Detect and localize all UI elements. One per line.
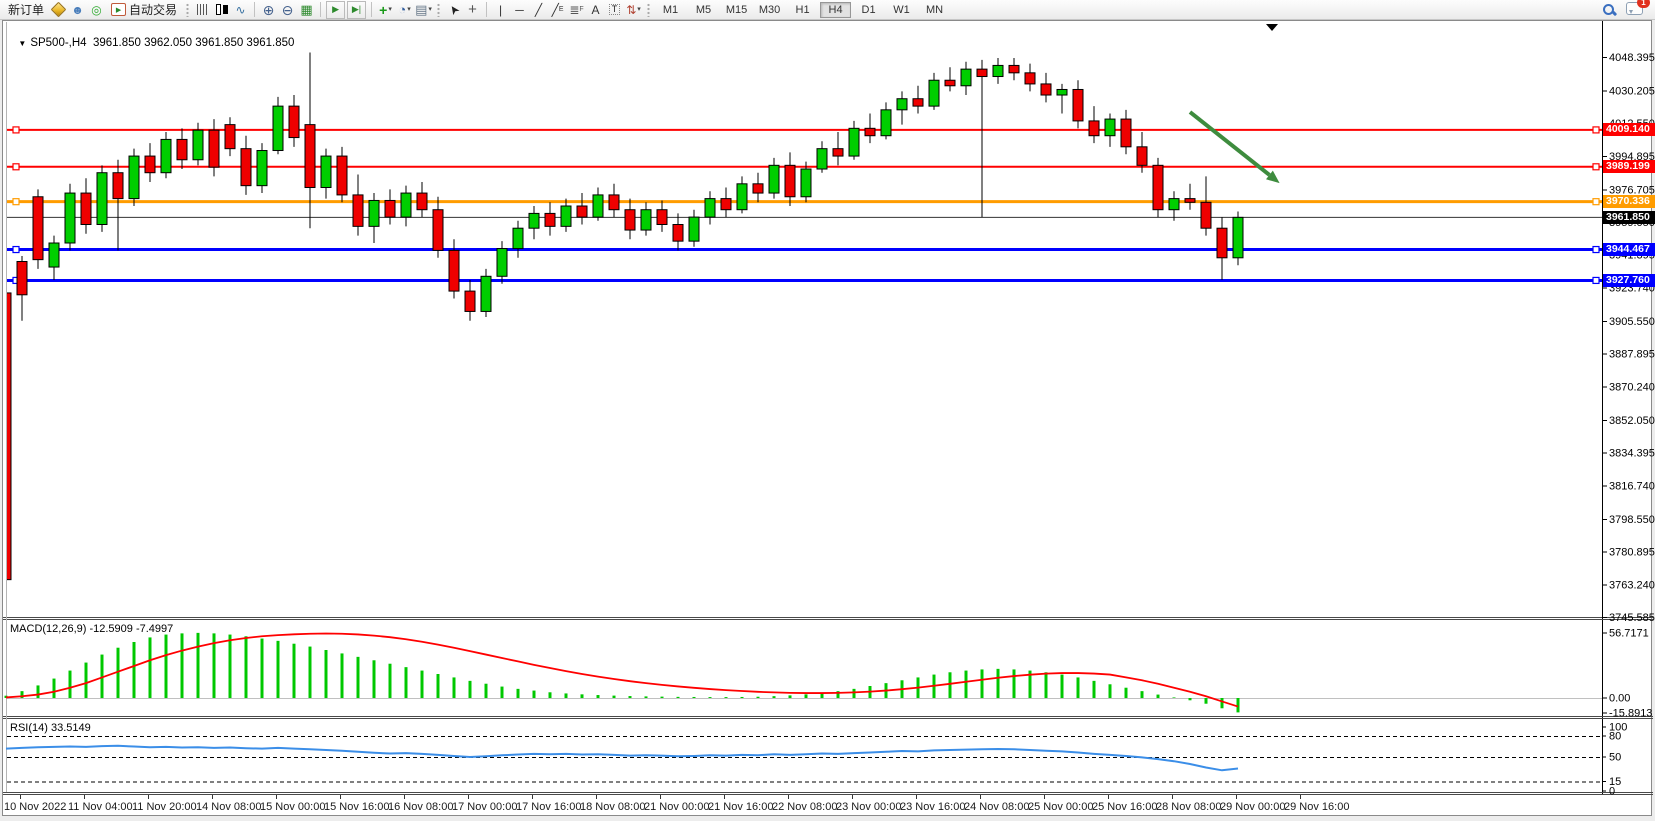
- toolbar: 新订单 ☻ ◎ ▶ 自动交易 ∿ ⊕ ⊖ ▦ ▶ ▶| +▾ ◔▾ ▤▾ ➤ +…: [0, 0, 1655, 20]
- autoscroll-icon[interactable]: ▶: [326, 1, 345, 19]
- price-level-badge: 3927.760: [1603, 274, 1655, 287]
- fibonacci-icon[interactable]: ≣F: [568, 2, 585, 18]
- symbol-dropdown-icon[interactable]: ▼: [18, 39, 26, 48]
- template-icon[interactable]: ▤▾: [415, 2, 432, 18]
- timeframe-m5[interactable]: M5: [688, 2, 719, 18]
- search-icon[interactable]: [1601, 2, 1616, 17]
- auto-trading-label: 自动交易: [129, 1, 177, 18]
- timeline-label: 17 Nov 16:00: [516, 801, 581, 813]
- periods-icon[interactable]: ◔▾: [396, 2, 413, 18]
- new-order-label: 新订单: [8, 1, 44, 18]
- chart-window[interactable]: [2, 20, 1652, 816]
- text-label-tool-icon[interactable]: T: [606, 2, 623, 18]
- toolbar-grip: [646, 3, 651, 17]
- equidistant-channel-icon[interactable]: ╱E: [549, 2, 566, 18]
- timeline-label: 28 Nov 08:00: [1156, 801, 1221, 813]
- price-level-badge: 4009.140: [1603, 123, 1655, 136]
- zoom-out-icon[interactable]: ⊖: [279, 2, 296, 18]
- crosshair-icon[interactable]: +: [464, 2, 481, 18]
- rsi-label: RSI(14) 33.5149: [10, 722, 91, 734]
- timeline-label: 11 Nov 20:00: [132, 801, 197, 813]
- timeline-label: 18 Nov 08:00: [580, 801, 645, 813]
- bar-chart-icon[interactable]: [194, 2, 211, 18]
- indicators-icon[interactable]: +▾: [377, 2, 394, 18]
- timeframe-m1[interactable]: M1: [655, 2, 686, 18]
- timeframe-group: M1M5M15M30H1H4D1W1MN: [655, 2, 950, 18]
- separator: [254, 2, 255, 17]
- timeline-label: 24 Nov 08:00: [964, 801, 1029, 813]
- metaquotes-icon[interactable]: [50, 2, 67, 18]
- cursor-icon[interactable]: ➤: [445, 2, 462, 18]
- horizontal-line-icon[interactable]: ─: [511, 2, 528, 18]
- auto-trading-icon: ▶: [111, 3, 126, 16]
- tile-windows-icon[interactable]: ▦: [298, 2, 315, 18]
- zoom-in-icon[interactable]: ⊕: [260, 2, 277, 18]
- chart-shift-icon[interactable]: ▶|: [347, 1, 366, 19]
- separator: [371, 2, 372, 17]
- line-chart-icon[interactable]: ∿: [232, 2, 249, 18]
- notification-badge[interactable]: 1: [1637, 0, 1650, 8]
- toolbar-grip: [436, 3, 441, 17]
- timeline-label: 15 Nov 00:00: [260, 801, 325, 813]
- timeline-label: 25 Nov 00:00: [1028, 801, 1093, 813]
- price-level-badge: 3944.467: [1603, 243, 1655, 256]
- separator: [320, 2, 321, 17]
- timeline-label: 22 Nov 08:00: [772, 801, 837, 813]
- symbol-label: ▼ SP500-,H4 3961.850 3962.050 3961.850 39…: [12, 25, 294, 49]
- auto-trading-button[interactable]: ▶ 自动交易: [107, 0, 181, 20]
- timeline-label: 29 Nov 00:00: [1220, 801, 1285, 813]
- timeframe-h1[interactable]: H1: [787, 2, 818, 18]
- timeline-label: 16 Nov 08:00: [388, 801, 453, 813]
- timeframe-w1[interactable]: W1: [886, 2, 917, 18]
- timeline-label: 23 Nov 16:00: [900, 801, 965, 813]
- timeline-label: 10 Nov 2022: [4, 801, 66, 813]
- timeline-label: 21 Nov 00:00: [644, 801, 709, 813]
- timeline-label: 25 Nov 16:00: [1092, 801, 1157, 813]
- timeline-label: 11 Nov 04:00: [68, 801, 133, 813]
- separator: [486, 2, 487, 17]
- timeline-label: 23 Nov 00:00: [836, 801, 901, 813]
- new-order-button[interactable]: 新订单: [4, 0, 48, 20]
- timeframe-mn[interactable]: MN: [919, 2, 950, 18]
- timeline-label: 14 Nov 08:00: [196, 801, 261, 813]
- timeframe-h4[interactable]: H4: [820, 2, 851, 18]
- timeframe-d1[interactable]: D1: [853, 2, 884, 18]
- timeline-label: 15 Nov 16:00: [324, 801, 389, 813]
- price-level-badge: 3989.199: [1603, 160, 1655, 173]
- text-tool-icon[interactable]: A: [587, 2, 604, 18]
- timeframe-m30[interactable]: M30: [754, 2, 785, 18]
- trendline-icon[interactable]: ╱: [530, 2, 547, 18]
- timeframe-m15[interactable]: M15: [721, 2, 752, 18]
- price-level-badge: 3970.336: [1603, 195, 1655, 208]
- timeline-label: 21 Nov 16:00: [708, 801, 773, 813]
- toolbar-grip: [185, 3, 190, 17]
- price-level-badge: 3961.850: [1603, 211, 1655, 224]
- vertical-line-icon[interactable]: |: [492, 2, 509, 18]
- candlestick-chart-icon[interactable]: [213, 2, 230, 18]
- community-icon[interactable]: ☻: [69, 2, 86, 18]
- arrows-tool-icon[interactable]: ⇅▾: [625, 2, 642, 18]
- symbol-quote-text: SP500-,H4 3961.850 3962.050 3961.850 396…: [30, 37, 294, 49]
- signals-icon[interactable]: ◎: [88, 2, 105, 18]
- timeline-label: 29 Nov 16:00: [1284, 801, 1349, 813]
- timeline-label: 17 Nov 00:00: [452, 801, 517, 813]
- macd-label: MACD(12,26,9) -12.5909 -7.4997: [10, 623, 173, 635]
